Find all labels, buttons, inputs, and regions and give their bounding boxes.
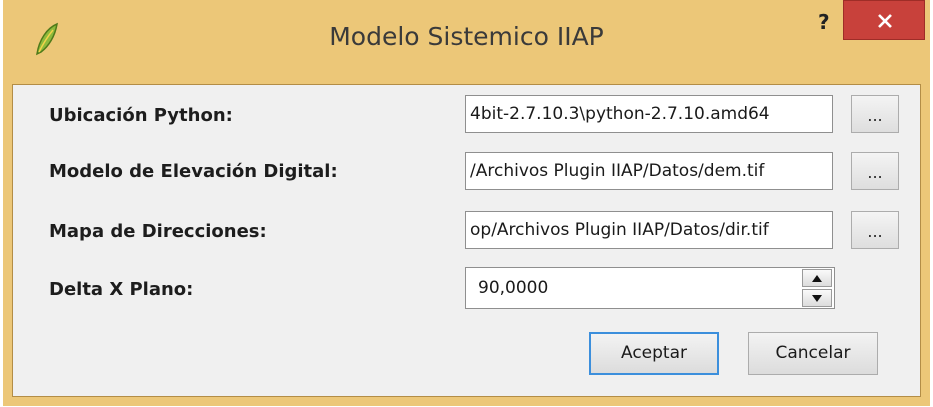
arrow-down-icon [812, 295, 822, 302]
delta-x-spinbox[interactable]: 90,0000 [465, 267, 835, 309]
window-title: Modelo Sistemico IIAP [329, 22, 604, 51]
help-button[interactable]: ? [818, 10, 830, 34]
dem-browse-button[interactable]: ... [851, 152, 899, 190]
delta-x-value[interactable]: 90,0000 [478, 278, 548, 298]
spin-down-button[interactable] [802, 289, 832, 307]
dem-field[interactable]: /Archivos Plugin IIAP/Datos/dem.tif [465, 152, 833, 190]
python-location-field[interactable]: 4bit-2.7.10.3\python-2.7.10.amd64 [465, 95, 833, 133]
cancel-button[interactable]: Cancelar [748, 332, 878, 375]
dialog-window: Modelo Sistemico IIAP ? Ubicación Python… [3, 0, 930, 406]
directions-map-label: Mapa de Direcciones: [49, 221, 267, 242]
close-button[interactable] [843, 0, 925, 40]
directions-browse-button[interactable]: ... [851, 211, 899, 249]
dem-label: Modelo de Elevación Digital: [49, 161, 338, 182]
accept-button[interactable]: Aceptar [589, 332, 719, 375]
spin-up-button[interactable] [802, 269, 832, 287]
python-location-label: Ubicación Python: [49, 105, 233, 126]
directions-map-field[interactable]: op/Archivos Plugin IIAP/Datos/dir.tif [465, 211, 833, 249]
python-browse-button[interactable]: ... [851, 95, 899, 133]
arrow-up-icon [812, 275, 822, 282]
title-bar[interactable]: Modelo Sistemico IIAP ? [3, 0, 930, 84]
dialog-body: Ubicación Python: 4bit-2.7.10.3\python-2… [12, 84, 921, 397]
close-icon [878, 14, 892, 28]
delta-x-label: Delta X Plano: [49, 279, 194, 300]
